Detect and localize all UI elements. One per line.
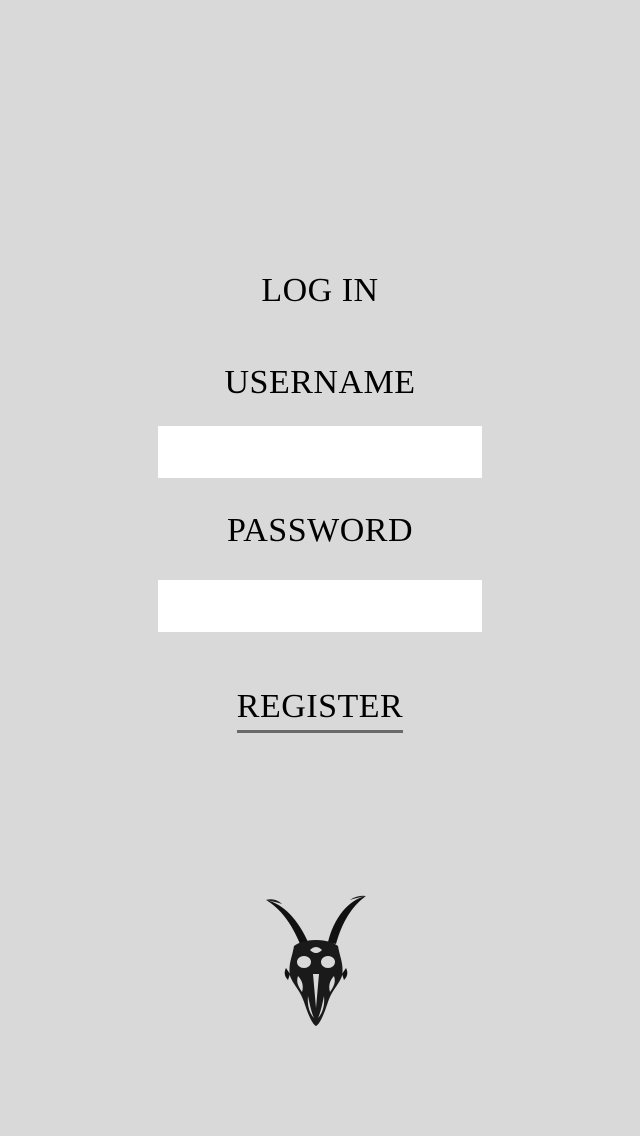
password-field[interactable] (158, 580, 482, 632)
goat-skull-icon (266, 895, 366, 1026)
username-field[interactable] (158, 426, 482, 478)
register-link[interactable]: REGISTER (236, 686, 404, 733)
login-screen: LOG IN USERNAME PASSWORD REGISTER (0, 0, 640, 1136)
register-container: REGISTER (0, 686, 640, 733)
password-label: PASSWORD (226, 512, 414, 549)
username-label: USERNAME (224, 364, 416, 401)
page-title: LOG IN (261, 272, 379, 309)
